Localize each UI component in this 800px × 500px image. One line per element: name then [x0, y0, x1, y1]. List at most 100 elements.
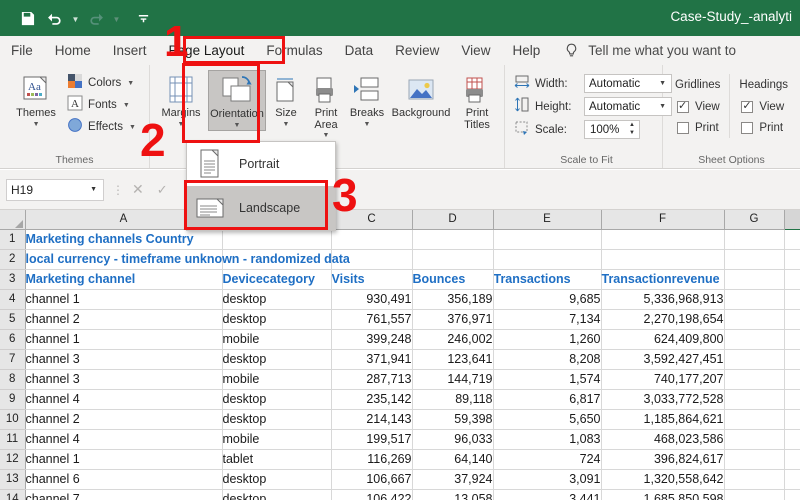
cell-e5[interactable]: 7,134: [493, 309, 602, 330]
cell-e10[interactable]: 5,650: [493, 409, 602, 430]
cell-g7[interactable]: [724, 349, 785, 370]
cell-f12[interactable]: 396,824,617: [601, 449, 725, 470]
cell-g8[interactable]: [724, 369, 785, 390]
cell-f11[interactable]: 468,023,586: [601, 429, 725, 450]
cell-b12[interactable]: tablet: [222, 449, 332, 470]
tab-formulas[interactable]: Formulas: [255, 36, 333, 65]
cell-b4[interactable]: desktop: [222, 289, 332, 310]
cell-f4[interactable]: 5,336,968,913: [601, 289, 725, 310]
cell-d4[interactable]: 356,189: [412, 289, 494, 310]
themes-caret-icon[interactable]: ▼: [33, 120, 40, 129]
row-header-11[interactable]: 11: [0, 429, 26, 450]
cell-d10[interactable]: 59,398: [412, 409, 494, 430]
cell-a11[interactable]: channel 4: [25, 429, 223, 450]
cell-d7[interactable]: 123,641: [412, 349, 494, 370]
cell-e1[interactable]: [493, 229, 602, 250]
cell-d12[interactable]: 64,140: [412, 449, 494, 470]
header-transactionrevenue[interactable]: Transactionrevenue: [601, 269, 725, 290]
select-all-corner[interactable]: [0, 210, 26, 230]
orientation-button[interactable]: Orientation ▼: [208, 70, 266, 131]
cell-d1[interactable]: [412, 229, 494, 250]
cell-a10[interactable]: channel 2: [25, 409, 223, 430]
colors-caret-icon[interactable]: ▼: [127, 80, 134, 87]
row-header-9[interactable]: 9: [0, 389, 26, 410]
cell-a2[interactable]: local currency - timeframe unknown - ran…: [25, 249, 350, 270]
cell-e12[interactable]: 724: [493, 449, 602, 470]
cell-f10[interactable]: 1,185,864,621: [601, 409, 725, 430]
tab-file[interactable]: File: [0, 36, 44, 65]
menu-item-portrait[interactable]: Portrait: [187, 142, 335, 186]
column-header-f[interactable]: F: [601, 210, 725, 230]
breaks-caret-icon[interactable]: ▼: [364, 120, 371, 129]
margins-caret-icon[interactable]: ▼: [178, 120, 185, 129]
orientation-dropdown-menu[interactable]: Portrait Landscape: [186, 141, 336, 231]
gridlines-print-checkbox[interactable]: Print: [675, 117, 720, 138]
cell-d11[interactable]: 96,033: [412, 429, 494, 450]
cell-b7[interactable]: desktop: [222, 349, 332, 370]
checkbox-checked-icon[interactable]: [677, 99, 690, 113]
cell-g2[interactable]: [724, 249, 785, 270]
name-box[interactable]: H19 ▼: [6, 178, 104, 201]
cell-c7[interactable]: 371,941: [331, 349, 413, 370]
row-header-6[interactable]: 6: [0, 329, 26, 350]
column-header-e[interactable]: E: [493, 210, 602, 230]
cell-d6[interactable]: 246,002: [412, 329, 494, 350]
print-titles-button[interactable]: Print Titles: [454, 70, 500, 131]
cell-g9[interactable]: [724, 389, 785, 410]
cell-d2[interactable]: [412, 249, 494, 270]
cell-a13[interactable]: channel 6: [25, 469, 223, 490]
headings-print-checkbox[interactable]: Print: [739, 117, 788, 138]
size-caret-icon[interactable]: ▼: [283, 120, 290, 129]
header-transactions[interactable]: Transactions: [493, 269, 602, 290]
fonts-button[interactable]: A Fonts ▼: [63, 94, 140, 116]
cell-e6[interactable]: 1,260: [493, 329, 602, 350]
cell-c11[interactable]: 199,517: [331, 429, 413, 450]
cell-b10[interactable]: desktop: [222, 409, 332, 430]
cell-g4[interactable]: [724, 289, 785, 310]
customize-quick-access-icon[interactable]: [130, 5, 156, 31]
cell-f7[interactable]: 3,592,427,451: [601, 349, 725, 370]
chevron-down-icon[interactable]: ▼: [90, 186, 97, 193]
cell-d14[interactable]: 13,058: [412, 489, 494, 500]
cell-g14[interactable]: [724, 489, 785, 500]
column-header-g[interactable]: G: [724, 210, 785, 230]
cell-b6[interactable]: mobile: [222, 329, 332, 350]
row-header-2[interactable]: 2: [0, 249, 26, 270]
breaks-button[interactable]: Breaks ▼: [346, 70, 388, 129]
scale-spinner[interactable]: 100% ▲ ▼: [584, 120, 640, 139]
cell-f9[interactable]: 3,033,772,528: [601, 389, 725, 410]
cell-a8[interactable]: channel 3: [25, 369, 223, 390]
cell-g12[interactable]: [724, 449, 785, 470]
gridlines-view-checkbox[interactable]: View: [675, 96, 720, 117]
tab-review[interactable]: Review: [384, 36, 450, 65]
cell-d5[interactable]: 376,971: [412, 309, 494, 330]
row-header-8[interactable]: 8: [0, 369, 26, 390]
cell-b8[interactable]: mobile: [222, 369, 332, 390]
colors-button[interactable]: Colors ▼: [63, 72, 140, 94]
headings-view-checkbox[interactable]: View: [739, 96, 788, 117]
cell-e14[interactable]: 3,441: [493, 489, 602, 500]
cell-f1[interactable]: [601, 229, 725, 250]
header-bounces[interactable]: Bounces: [412, 269, 494, 290]
cell-c12[interactable]: 116,269: [331, 449, 413, 470]
margins-button[interactable]: Margins ▼: [154, 70, 208, 129]
row-header-3[interactable]: 3: [0, 269, 26, 290]
cell-e9[interactable]: 6,817: [493, 389, 602, 410]
cell-d8[interactable]: 144,719: [412, 369, 494, 390]
cell-g3[interactable]: [724, 269, 785, 290]
tab-data[interactable]: Data: [334, 36, 385, 65]
cell-c10[interactable]: 214,143: [331, 409, 413, 430]
cell-c14[interactable]: 106,422: [331, 489, 413, 500]
save-icon[interactable]: [14, 5, 40, 31]
cell-a14[interactable]: channel 7: [25, 489, 223, 500]
fonts-caret-icon[interactable]: ▼: [123, 102, 130, 109]
column-header-c[interactable]: C: [331, 210, 413, 230]
spinner-arrows-icon[interactable]: ▲ ▼: [629, 122, 635, 137]
checkbox-checked-icon[interactable]: [741, 99, 754, 113]
cell-f2[interactable]: [601, 249, 725, 270]
cell-b5[interactable]: desktop: [222, 309, 332, 330]
column-header-d[interactable]: D: [412, 210, 494, 230]
row-header-4[interactable]: 4: [0, 289, 26, 310]
cell-a7[interactable]: channel 3: [25, 349, 223, 370]
cell-b13[interactable]: desktop: [222, 469, 332, 490]
